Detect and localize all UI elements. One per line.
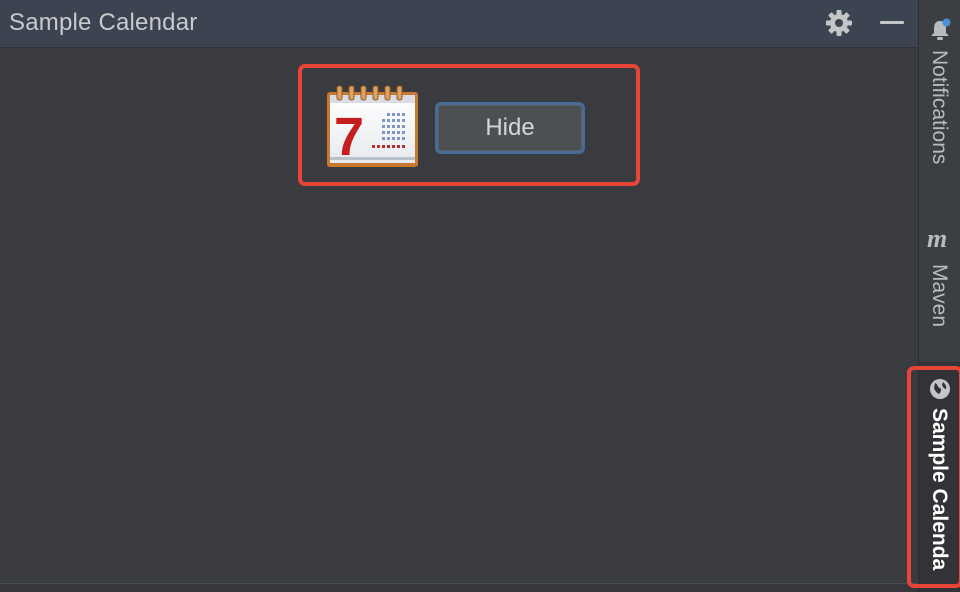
stripe-item-label: Notifications xyxy=(928,50,951,165)
minimize-icon[interactable] xyxy=(880,21,904,24)
highlight-annotation-stripe xyxy=(907,366,960,588)
calendar-icon: 7 xyxy=(327,85,418,167)
stripe-item-notifications[interactable]: Notifications xyxy=(919,10,960,190)
sample-calendar-tool-window: Sample Calendar 7 Hide xyxy=(0,0,918,592)
gear-icon[interactable] xyxy=(824,8,854,38)
ide-window: Sample Calendar 7 Hide Notifications m M… xyxy=(0,0,960,592)
right-tool-stripe: Notifications m Maven Sample Calenda xyxy=(907,0,960,592)
hide-button[interactable]: Hide xyxy=(435,102,585,154)
bottom-border xyxy=(0,583,918,592)
tool-window-title: Sample Calendar xyxy=(9,9,198,36)
maven-icon: m xyxy=(927,224,948,253)
tool-window-header: Sample Calendar xyxy=(0,0,918,48)
bell-icon xyxy=(931,18,951,40)
stripe-item-maven[interactable]: m Maven xyxy=(919,222,960,342)
stripe-item-label: Maven xyxy=(928,264,951,328)
